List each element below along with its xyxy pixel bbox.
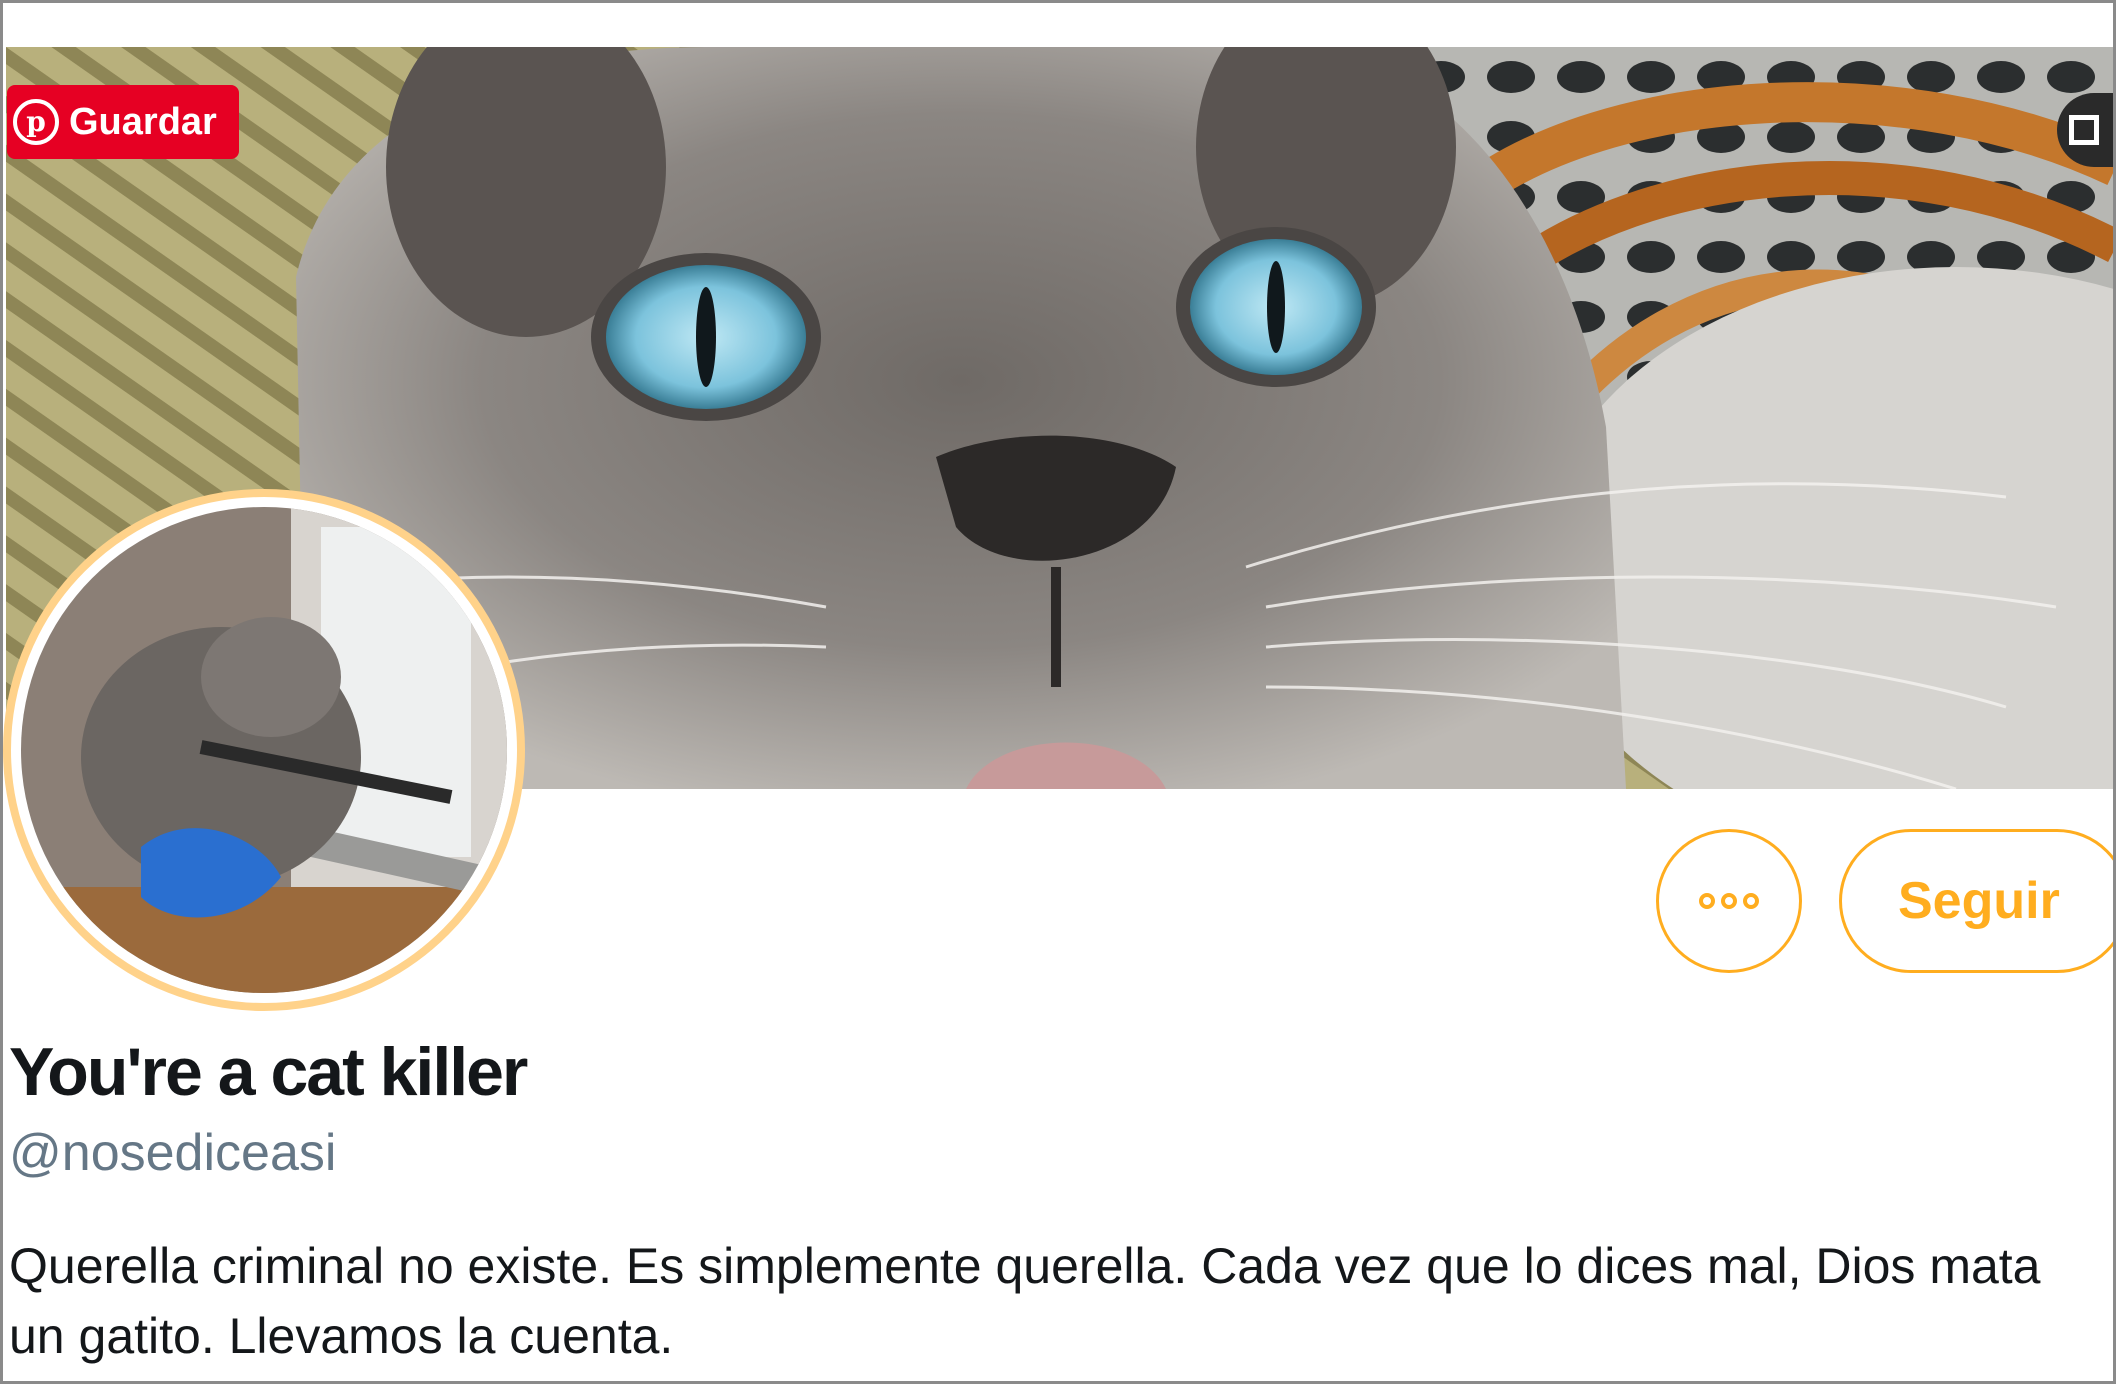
more-dots-icon [1699, 893, 1715, 909]
kitten-avatar-illustration [21, 507, 507, 993]
profile-page: p Guardar Seguir You're a cat killer @no… [0, 0, 2116, 1384]
pinterest-save-button[interactable]: p Guardar [7, 85, 239, 159]
avatar-image [21, 507, 507, 993]
top-strip [3, 3, 2113, 47]
display-name: You're a cat killer [9, 1034, 528, 1110]
profile-bio: Querella criminal no existe. Es simpleme… [9, 1238, 2041, 1364]
avatar[interactable] [3, 489, 525, 1011]
more-dots-icon [1721, 893, 1737, 909]
more-dots-icon [1743, 893, 1759, 909]
more-options-button[interactable] [1656, 829, 1802, 973]
pinterest-save-label: Guardar [69, 100, 217, 143]
user-handle: @nosediceasi [9, 1124, 337, 1182]
pinterest-icon: p [13, 99, 59, 145]
follow-button[interactable]: Seguir [1839, 829, 2113, 973]
